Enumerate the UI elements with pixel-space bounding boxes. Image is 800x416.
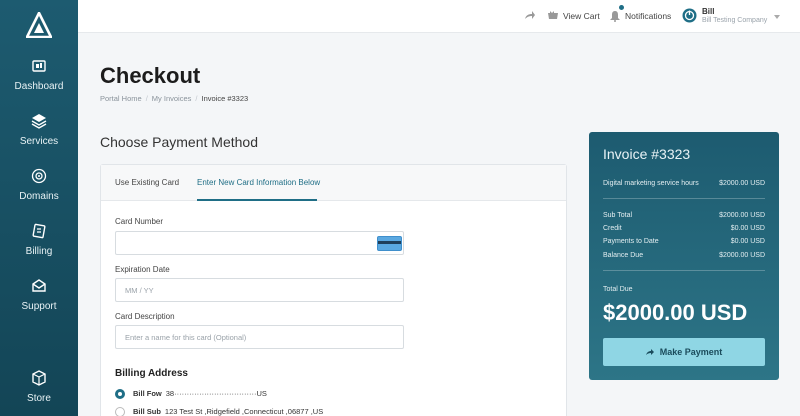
card-number-label: Card Number (115, 217, 164, 226)
sidebar-item-label: Support (21, 301, 57, 312)
breadcrumb-current: Invoice #3323 (201, 94, 249, 103)
billing-address-title: Billing Address (115, 368, 188, 379)
invoice-summary: Invoice #3323 Digital marketing service … (589, 132, 779, 380)
section-title: Choose Payment Method (100, 134, 258, 150)
share-icon[interactable] (524, 10, 536, 22)
brand-logo-icon[interactable] (26, 12, 52, 38)
main-content: Checkout Portal Home / My Invoices / Invoice… (78, 33, 800, 416)
card-description-label: Card Description (115, 312, 175, 321)
radio-unselected[interactable] (115, 407, 125, 416)
sidebar-item-domains[interactable]: Domains (0, 168, 78, 202)
address-name: Bill Fow (133, 389, 162, 398)
breadcrumb-separator: / (195, 94, 198, 103)
dashboard-icon (32, 60, 46, 72)
sidebar-item-label: Store (27, 393, 51, 404)
sidebar-item-dashboard[interactable]: Dashboard (0, 58, 78, 92)
radio-selected[interactable] (115, 389, 125, 400)
top-bar: View Cart Notifications Bill Bill Testin… (78, 0, 800, 33)
invoice-item-label: Digital marketing service hours (603, 180, 699, 187)
subtotal-row: Sub Total $2000.00 USD (603, 212, 765, 219)
user-name[interactable]: Bill (702, 7, 714, 16)
sidebar-item-label: Billing (25, 246, 53, 257)
payments-row: Payments to Date $0.00 USD (603, 238, 765, 245)
expiration-label: Expiration Date (115, 265, 170, 274)
divider (603, 270, 765, 271)
card-description-input[interactable]: Enter a name for this card (Optional) (115, 325, 404, 349)
bell-icon[interactable] (609, 10, 621, 22)
share-arrow-icon (645, 349, 654, 355)
sidebar: Dashboard Services Domains Billing Suppo… (0, 0, 78, 416)
make-payment-button[interactable]: Make Payment (603, 338, 765, 366)
card-number-input[interactable] (115, 231, 404, 255)
address-text: 123 Test St ,Ridgefield ,Connecticut ,06… (164, 407, 324, 416)
support-icon (32, 279, 46, 292)
sidebar-item-store[interactable]: Store (0, 370, 78, 404)
total-due-label: Total Due (603, 286, 633, 293)
notifications-link[interactable]: Notifications (625, 11, 671, 21)
sidebar-item-services[interactable]: Services (0, 113, 78, 147)
subtotal-label: Sub Total (603, 212, 633, 219)
chevron-down-icon[interactable] (774, 15, 780, 19)
credit-row: Credit $0.00 USD (603, 225, 765, 232)
payments-label: Payments to Date (603, 238, 659, 245)
expiration-placeholder: MM / YY (125, 286, 154, 295)
sidebar-item-billing[interactable]: Billing (0, 223, 78, 257)
store-icon (32, 370, 46, 386)
card-description-placeholder: Enter a name for this card (Optional) (125, 333, 247, 342)
balance-row: Balance Due $2000.00 USD (603, 252, 765, 259)
page-title: Checkout (100, 63, 201, 88)
credit-label: Credit (603, 225, 622, 232)
payment-card: Use Existing Card Enter New Card Informa… (100, 164, 567, 416)
billing-address-option[interactable]: Bill Sub 123 Test St ,Ridgefield ,Connect… (115, 407, 323, 416)
breadcrumb-portal-home[interactable]: Portal Home (100, 94, 142, 103)
invoice-item-row: Digital marketing service hours $2000.00… (603, 180, 765, 187)
view-cart-link[interactable]: View Cart (563, 11, 600, 21)
balance-label: Balance Due (603, 252, 644, 259)
sidebar-item-label: Services (19, 136, 59, 147)
subtotal-value: $2000.00 USD (719, 212, 765, 219)
breadcrumb-my-invoices[interactable]: My Invoices (152, 94, 192, 103)
invoice-title: Invoice #3323 (603, 146, 691, 162)
make-payment-label: Make Payment (659, 347, 723, 357)
active-tab-indicator (197, 199, 317, 201)
credit-value: $0.00 USD (730, 225, 765, 232)
sidebar-item-label: Dashboard (14, 81, 64, 92)
invoice-item-value: $2000.00 USD (719, 180, 765, 187)
payment-tabs: Use Existing Card Enter New Card Informa… (101, 165, 566, 201)
billing-icon (32, 223, 46, 239)
balance-value: $2000.00 USD (719, 252, 765, 259)
sidebar-item-label: Domains (19, 191, 59, 202)
breadcrumb: Portal Home / My Invoices / Invoice #3323 (100, 94, 248, 103)
address-name: Bill Sub (133, 407, 161, 416)
breadcrumb-separator: / (145, 94, 148, 103)
tab-existing-card[interactable]: Use Existing Card (115, 178, 179, 187)
cart-icon[interactable] (547, 10, 559, 22)
payments-value: $0.00 USD (730, 238, 765, 245)
divider (603, 198, 765, 199)
domains-icon (31, 168, 47, 184)
tab-new-card[interactable]: Enter New Card Information Below (197, 178, 320, 187)
services-icon (31, 114, 47, 129)
total-due-value: $2000.00 USD (603, 300, 748, 325)
user-company[interactable]: Bill Testing Company (702, 17, 767, 24)
address-text: 38·································US (165, 389, 267, 398)
user-avatar-icon[interactable] (682, 8, 697, 23)
expiration-input[interactable]: MM / YY (115, 278, 404, 302)
notification-dot (619, 5, 624, 10)
credit-card-icon (377, 236, 402, 251)
billing-address-option[interactable]: Bill Fow 38······························… (115, 389, 267, 400)
sidebar-item-support[interactable]: Support (0, 278, 78, 312)
